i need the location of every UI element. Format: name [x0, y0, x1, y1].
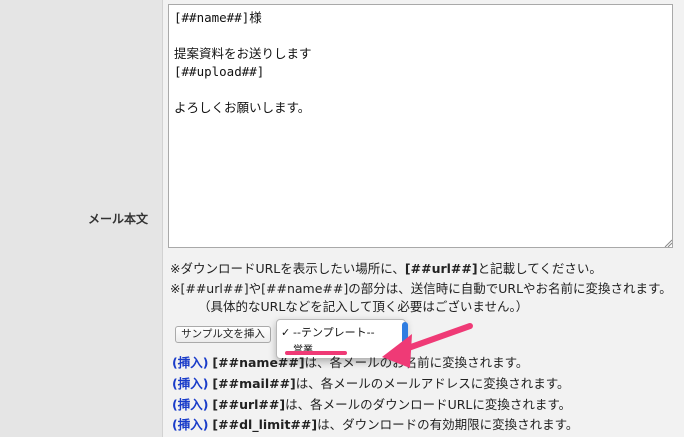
insert-link[interactable]: (挿入)	[172, 355, 208, 370]
note-text: ※ダウンロードURLを表示したい場所に、	[170, 261, 405, 276]
placeholder-token: [##name##]	[212, 355, 305, 370]
insert-description: は、各メールのお名前に変換されます。	[304, 355, 529, 370]
note-url-placement: ※ダウンロードURLを表示したい場所に、[##url##]と記載してください。	[170, 258, 602, 277]
mail-body-textarea[interactable]	[168, 4, 673, 248]
insert-link[interactable]: (挿入)	[172, 417, 208, 432]
placeholder-token: [##url##]	[212, 397, 286, 412]
insert-link[interactable]: (挿入)	[172, 376, 208, 391]
resize-grip-icon[interactable]	[664, 239, 672, 247]
url-token: [##url##]	[404, 261, 478, 276]
insert-description: は、各メールのメールアドレスに変換されます。	[295, 376, 570, 391]
selection-highlight	[402, 322, 408, 344]
insert-row-name: (挿入) [##name##]は、各メールのお名前に変換されます。	[172, 352, 528, 371]
insert-row-mail: (挿入) [##mail##]は、各メールのメールアドレスに変換されます。	[172, 373, 570, 392]
insert-description: は、ダウンロードの有効期限に変換されます。	[317, 417, 579, 432]
insert-sample-button[interactable]: サンプル文を挿入	[175, 326, 271, 343]
insert-row-url: (挿入) [##url##]は、各メールのダウンロードURLに変換されます。	[172, 394, 571, 413]
placeholder-token: [##mail##]	[212, 376, 296, 391]
checkmark-icon: ✓	[281, 326, 291, 339]
insert-link[interactable]: (挿入)	[172, 397, 208, 412]
field-label-cell: メール本文	[0, 0, 163, 437]
insert-row-dl-limit: (挿入) [##dl_limit##]は、ダウンロードの有効期限に変換されます。	[172, 414, 578, 433]
template-option-default[interactable]: ✓ --テンプレート--	[281, 324, 375, 340]
field-label: メール本文	[87, 212, 148, 226]
mail-body-row: メール本文 ※ダウンロードURLを表示したい場所に、[##url##]と記載して…	[0, 0, 684, 437]
option-label: --テンプレート--	[293, 326, 375, 339]
note-text: と記載してください。	[477, 261, 602, 276]
placeholder-token: [##dl_limit##]	[212, 417, 318, 432]
note-no-url-needed: （具体的なURLなどを記入して頂く必要はございません。）	[198, 299, 529, 314]
insert-description: は、各メールのダウンロードURLに変換されます。	[285, 397, 572, 412]
note-auto-convert: ※[##url##]や[##name##]の部分は、送信時に自動でURLやお名前…	[170, 281, 672, 296]
